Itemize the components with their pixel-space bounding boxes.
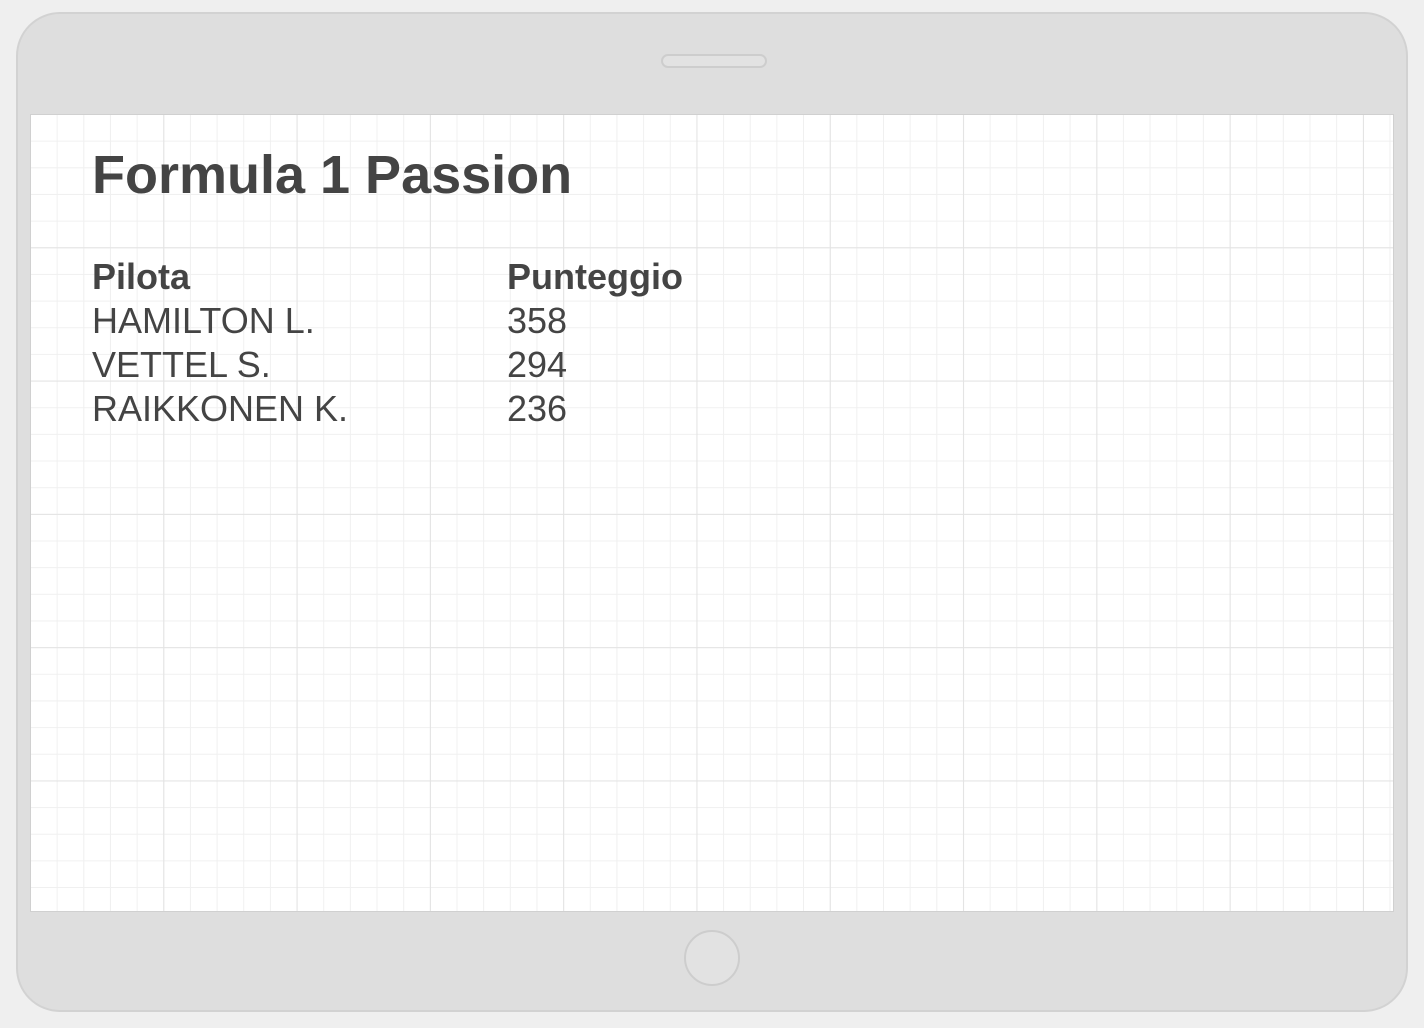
page-title: Formula 1 Passion: [92, 145, 573, 205]
pilot-score: 236: [507, 388, 568, 429]
table-row: RAIKKONEN K. 236: [92, 387, 807, 431]
screen: Formula 1 Passion Pilota Punteggio HAMIL…: [30, 114, 1394, 912]
pilot-name: HAMILTON L.: [92, 300, 315, 341]
column-header-score: Punteggio: [507, 256, 683, 297]
speaker-slot: [661, 54, 767, 68]
standings-table: Pilota Punteggio HAMILTON L. 358 VETTEL …: [92, 255, 807, 431]
pilot-score: 294: [507, 344, 568, 385]
table-header-row: Pilota Punteggio: [92, 255, 807, 299]
tablet-frame: Formula 1 Passion Pilota Punteggio HAMIL…: [16, 12, 1408, 1012]
pilot-score: 358: [507, 300, 568, 341]
home-button[interactable]: [684, 930, 740, 986]
column-header-pilot: Pilota: [92, 256, 191, 297]
pilot-name: VETTEL S.: [92, 344, 271, 385]
table-row: VETTEL S. 294: [92, 343, 807, 387]
table-row: HAMILTON L. 358: [92, 299, 807, 343]
pilot-name: RAIKKONEN K.: [92, 388, 349, 429]
